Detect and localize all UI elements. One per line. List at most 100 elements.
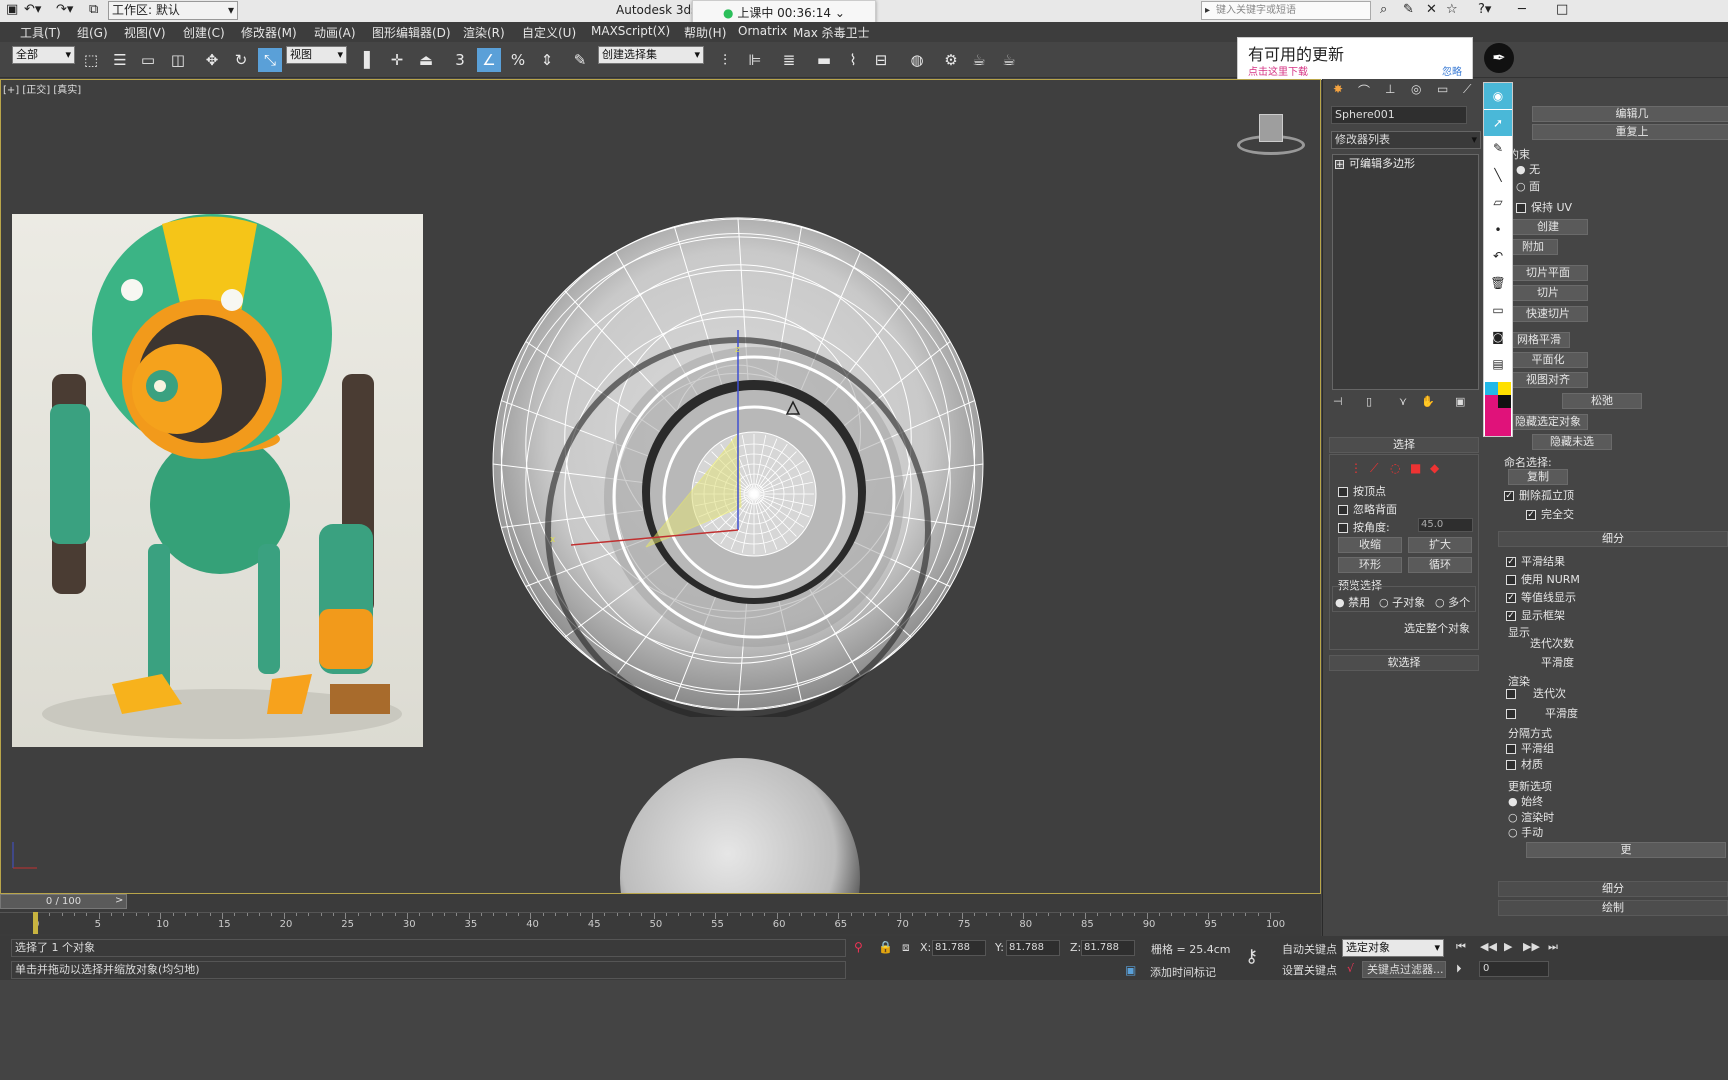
angle-snap-icon[interactable]: ∠ [477, 48, 501, 72]
next-frame-icon[interactable]: > [115, 895, 123, 906]
menu-ornatrix[interactable]: Ornatrix [738, 24, 787, 38]
planarize-button[interactable]: 平面化 [1508, 352, 1588, 368]
ignore-backfacing-checkbox[interactable]: 忽略背面 [1338, 501, 1397, 517]
key-filters-button[interactable]: 关键点过滤器... [1362, 961, 1446, 978]
select-manipulate-icon[interactable]: ✛ [385, 48, 409, 72]
repeat-last-button[interactable]: 重复上 [1532, 124, 1728, 140]
minimize-icon[interactable]: ─ [1518, 2, 1526, 17]
create-tab-icon[interactable]: ✸ [1333, 82, 1343, 96]
menu-group[interactable]: 组(G) [77, 24, 108, 41]
x-coord-field[interactable]: 81.788 [932, 940, 986, 956]
scale-icon[interactable]: ⤡ [258, 48, 282, 72]
rendered-frame-icon[interactable]: ☕ [967, 48, 991, 72]
configure-modifier-icon[interactable]: ▣ [1455, 395, 1465, 408]
notification-download-link[interactable]: 点击这里下载 [1248, 63, 1308, 78]
update-render-radio[interactable]: ○ 渲染时 [1508, 809, 1554, 825]
create-button[interactable]: 创建 [1508, 219, 1588, 235]
layer-manager-icon[interactable]: ≣ [777, 48, 801, 72]
time-slider[interactable]: 0 / 100 [0, 894, 127, 909]
grow-button[interactable]: 扩大 [1408, 537, 1472, 553]
constraint-none-radio[interactable]: ● 无 [1516, 161, 1540, 177]
pen-icon[interactable]: ✎ [1484, 141, 1512, 155]
stack-item-editable-poly[interactable]: + 可编辑多边形 [1335, 157, 1476, 171]
viewport-front[interactable]: [+] [正交] [真实] z x [0, 79, 1321, 894]
z-coord-field[interactable]: 81.788 [1081, 940, 1135, 956]
color-cyan-swatch[interactable] [1485, 382, 1498, 395]
element-level-icon[interactable]: ◆ [1430, 461, 1439, 475]
pivot-center-icon[interactable]: ▐ [352, 48, 376, 72]
rotate-icon[interactable]: ↻ [229, 48, 253, 72]
border-level-icon[interactable]: ◌ [1390, 461, 1400, 475]
preview-disabled-radio[interactable]: ● 禁用 [1335, 594, 1370, 610]
display-tab-icon[interactable]: ▭ [1437, 82, 1448, 96]
selection-rollout-header[interactable]: 选择 [1329, 437, 1479, 453]
color-black-swatch[interactable] [1498, 395, 1511, 408]
toggle-ribbon-icon[interactable]: ▬ [812, 48, 836, 72]
motion-tab-icon[interactable]: ◎ [1411, 82, 1421, 96]
render-iterations-checkbox[interactable]: 迭代次 [1506, 685, 1566, 701]
rect-selection-icon[interactable]: ▭ [136, 48, 160, 72]
shrink-button[interactable]: 收缩 [1338, 537, 1402, 553]
update-always-radio[interactable]: ● 始终 [1508, 793, 1543, 809]
pin-stack-icon[interactable]: ⊣ [1333, 395, 1343, 408]
current-frame-field[interactable]: 0 [1479, 961, 1549, 977]
isolate-icon[interactable]: ⚲ [854, 940, 863, 954]
trash-icon[interactable]: 🗑 [1484, 276, 1512, 290]
selection-filter-dropdown[interactable]: 全部 [12, 46, 75, 64]
app-menu-icon[interactable]: ▣ [6, 2, 18, 17]
menu-animation[interactable]: 动画(A) [314, 24, 356, 41]
key-selection-dropdown[interactable]: 选定对象 [1342, 939, 1444, 957]
materials-checkbox[interactable]: 材质 [1506, 756, 1543, 772]
no-connection-icon[interactable]: ✕ [1426, 2, 1437, 17]
time-tag-icon[interactable]: ▣ [1125, 963, 1136, 977]
color-yellow-swatch[interactable] [1498, 382, 1511, 395]
redo-icon[interactable]: ↷▾ [56, 2, 73, 17]
help-icon[interactable]: ?▾ [1478, 2, 1491, 17]
slice-button[interactable]: 切片 [1508, 285, 1588, 301]
mesh-smooth-button[interactable]: 网格平滑 [1508, 332, 1570, 348]
add-time-tag-button[interactable]: 添加时间标记 [1150, 964, 1216, 980]
key-mode-icon[interactable]: ⏵ [1456, 962, 1462, 976]
update-notification[interactable]: 有可用的更新 点击这里下载 忽略 [1237, 37, 1473, 80]
move-icon[interactable]: ✥ [200, 48, 224, 72]
dot-icon[interactable]: • [1484, 223, 1512, 237]
current-frame-marker[interactable] [33, 912, 38, 934]
material-editor-icon[interactable]: ◍ [905, 48, 929, 72]
goto-start-icon[interactable]: ⏮ [1456, 940, 1466, 954]
camera-icon[interactable]: ◙ [1484, 330, 1512, 344]
soft-selection-rollout-header[interactable]: 软选择 [1329, 655, 1479, 671]
menu-tools[interactable]: 工具(T) [20, 24, 61, 41]
prev-frame-icon[interactable]: ◀◀ [1480, 940, 1497, 953]
whiteboard-icon[interactable]: ▭ [1484, 303, 1512, 317]
smoothing-groups-checkbox[interactable]: 平滑组 [1506, 740, 1554, 756]
paint-deformation-header[interactable]: 绘制 [1498, 900, 1728, 916]
menu-max-antivirus[interactable]: Max 杀毒卫士 [793, 24, 870, 41]
angle-spinner[interactable]: 45.0 [1418, 518, 1473, 532]
select-by-name-icon[interactable]: ☰ [108, 48, 132, 72]
preview-subobject-radio[interactable]: ○ 子对象 [1379, 594, 1425, 610]
eraser-icon[interactable]: ▱ [1484, 195, 1512, 209]
edit-named-selection-icon[interactable]: ✎ [568, 48, 592, 72]
modifier-list-dropdown[interactable]: 修改器列表 [1331, 131, 1481, 149]
undo-annotation-icon[interactable]: ↶ [1484, 249, 1512, 263]
named-selection-dropdown[interactable]: 创建选择集 [598, 46, 704, 64]
eye-icon[interactable]: ◉ [1484, 83, 1512, 109]
lock-icon[interactable]: 🔒 [878, 940, 893, 954]
full-interactivity-checkbox[interactable]: ✓ 完全交 [1526, 506, 1574, 522]
polygon-level-icon[interactable]: ■ [1410, 461, 1421, 475]
notification-dismiss-link[interactable]: 忽略 [1442, 63, 1462, 78]
update-button[interactable]: 更 [1526, 842, 1726, 858]
mirror-icon[interactable]: ⫶ [713, 48, 737, 72]
show-end-result-icon[interactable]: ▯ [1366, 395, 1372, 408]
menu-rendering[interactable]: 渲染(R) [463, 24, 505, 41]
keyboard-shortcut-icon[interactable]: ⏏ [414, 48, 438, 72]
clipboard-icon[interactable]: ▤ [1484, 357, 1512, 371]
play-icon[interactable]: ▶ [1504, 940, 1512, 953]
menu-help[interactable]: 帮助(H) [684, 24, 726, 41]
color-magenta-swatch[interactable] [1485, 395, 1498, 408]
preview-multiple-radio[interactable]: ○ 多个 [1435, 594, 1470, 610]
undo-icon[interactable]: ↶▾ [24, 2, 41, 17]
next-key-icon[interactable]: ▶▶ [1523, 940, 1540, 953]
window-crossing-icon[interactable]: ◫ [166, 48, 190, 72]
workspace-dropdown[interactable]: 工作区: 默认 ▾ [108, 1, 238, 20]
